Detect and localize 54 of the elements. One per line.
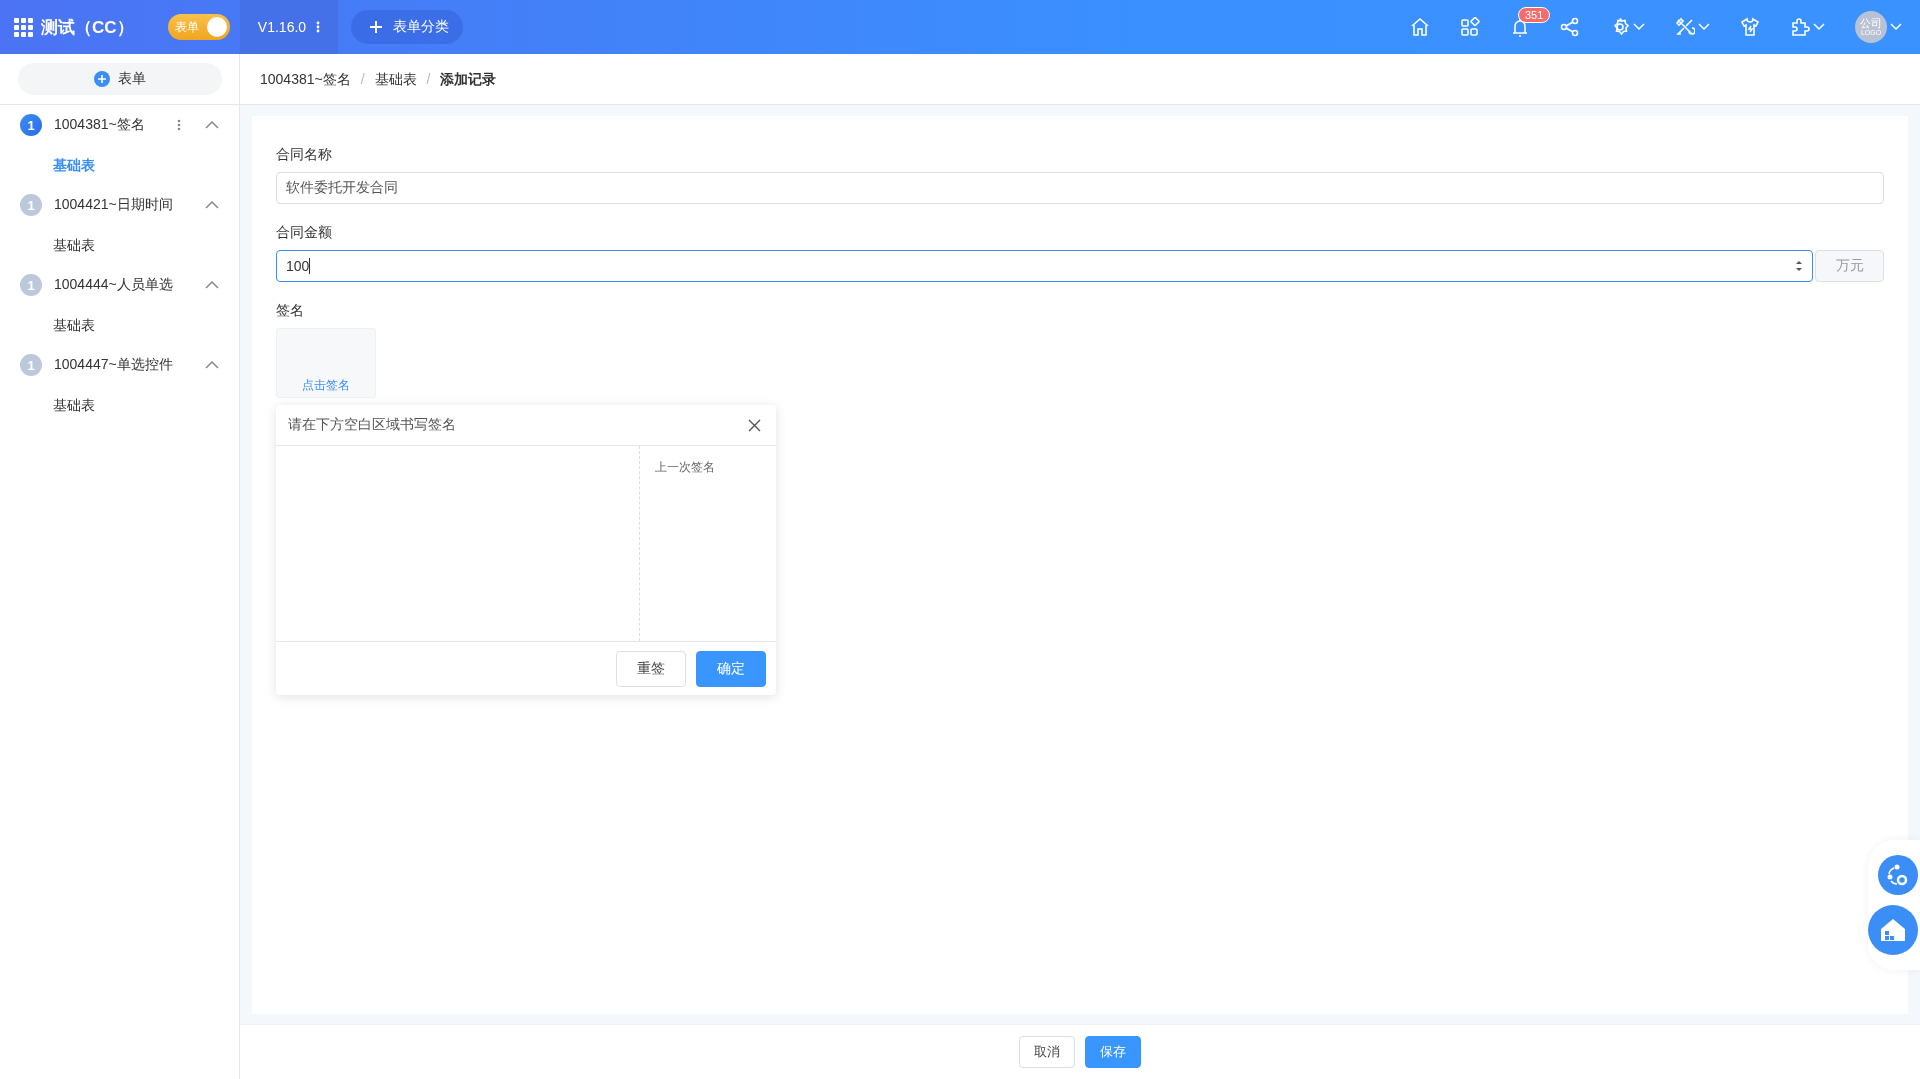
version-selector[interactable]: V1.16.0 — [240, 0, 338, 54]
notification-bell-icon[interactable] — [1510, 17, 1530, 37]
house-icon[interactable] — [1868, 905, 1918, 955]
stepper-arrows-icon[interactable] — [1795, 258, 1803, 274]
count-badge: 1 — [20, 274, 42, 296]
sidebar-item[interactable]: 基础表 — [0, 225, 239, 265]
breadcrumb-link[interactable]: 基础表 — [374, 72, 417, 86]
re-sign-button[interactable]: 重签 — [616, 650, 686, 687]
notification-count-badge: 351 — [1518, 7, 1551, 23]
more-options-icon[interactable] — [177, 119, 181, 131]
collapse-chevron-icon[interactable] — [205, 281, 219, 289]
caret-icon[interactable] — [1813, 23, 1825, 31]
shirt-icon[interactable] — [1740, 17, 1760, 37]
number-input-field[interactable]: 100 — [276, 250, 1813, 282]
caret-icon[interactable] — [1698, 23, 1710, 31]
breadcrumb-separator: / — [426, 72, 431, 86]
more-options-icon[interactable] — [316, 21, 321, 33]
puzzle-icon[interactable] — [1790, 17, 1810, 37]
field-label: 合同名称 — [276, 146, 333, 164]
sidebar-item[interactable]: 基础表 — [0, 305, 239, 345]
sidebar-item[interactable]: 基础表 — [0, 385, 239, 425]
share-icon[interactable] — [1560, 17, 1580, 37]
add-category-button[interactable]: 表单分类 — [351, 10, 463, 44]
caret-icon[interactable] — [1633, 23, 1645, 31]
unit-label: 万元 — [1815, 250, 1884, 282]
add-form-button[interactable]: 表单 — [17, 63, 222, 95]
count-badge: 1 — [20, 114, 42, 136]
last-signature-label: 上一次签名 — [655, 460, 715, 474]
count-badge: 1 — [20, 194, 42, 216]
plus-icon — [369, 20, 383, 34]
collapse-chevron-icon[interactable] — [205, 361, 219, 369]
popup-title: 请在下方空白区域书写签名 — [288, 416, 456, 434]
count-badge: 1 — [20, 354, 42, 376]
grid-menu-icon[interactable] — [13, 17, 33, 37]
field-label: 签名 — [276, 302, 305, 320]
workflow-settings-icon[interactable] — [1878, 855, 1918, 895]
close-icon[interactable] — [748, 418, 761, 432]
input-field[interactable]: 软件委托开发合同 — [276, 172, 1884, 204]
form-group-title[interactable]: 1004444~人员单选 — [54, 276, 193, 294]
collapse-chevron-icon[interactable] — [205, 121, 219, 129]
field-label: 合同金额 — [276, 224, 333, 242]
breadcrumb-link[interactable]: 1004381~签名 — [260, 72, 351, 86]
form-group-title[interactable]: 1004381~签名 — [54, 116, 165, 134]
tools-icon[interactable] — [1675, 17, 1695, 37]
form-group-title[interactable]: 1004421~日期时间 — [54, 196, 193, 214]
cancel-button[interactable]: 取消 — [1019, 1036, 1075, 1068]
home-icon[interactable] — [1410, 17, 1430, 37]
caret-icon[interactable] — [1890, 23, 1902, 31]
breadcrumb-separator: / — [360, 72, 365, 86]
collapse-chevron-icon[interactable] — [205, 201, 219, 209]
form-group-title[interactable]: 1004447~单选控件 — [54, 356, 193, 374]
apps-icon[interactable] — [1460, 17, 1480, 37]
plus-circle-icon — [93, 71, 110, 87]
app-title: 测试（CC） — [41, 16, 134, 39]
